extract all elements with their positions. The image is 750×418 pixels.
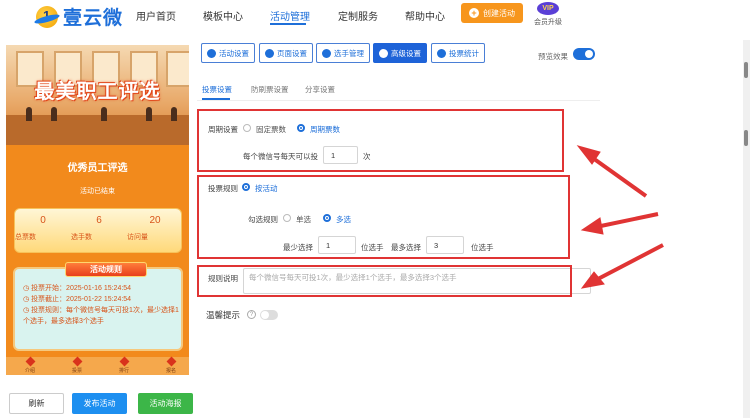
arrow-head-vote-rule bbox=[580, 217, 604, 235]
scrollbar-thumb[interactable] bbox=[744, 62, 748, 78]
scrollbar-thumb-secondary[interactable] bbox=[744, 130, 748, 146]
annotation-arrows bbox=[576, 145, 664, 289]
arrow-to-period bbox=[588, 154, 648, 198]
arrow-to-vote-rule bbox=[595, 212, 659, 229]
vertical-scrollbar[interactable] bbox=[743, 40, 750, 418]
arrow-head-description bbox=[580, 271, 605, 289]
arrow-to-description bbox=[595, 243, 664, 282]
